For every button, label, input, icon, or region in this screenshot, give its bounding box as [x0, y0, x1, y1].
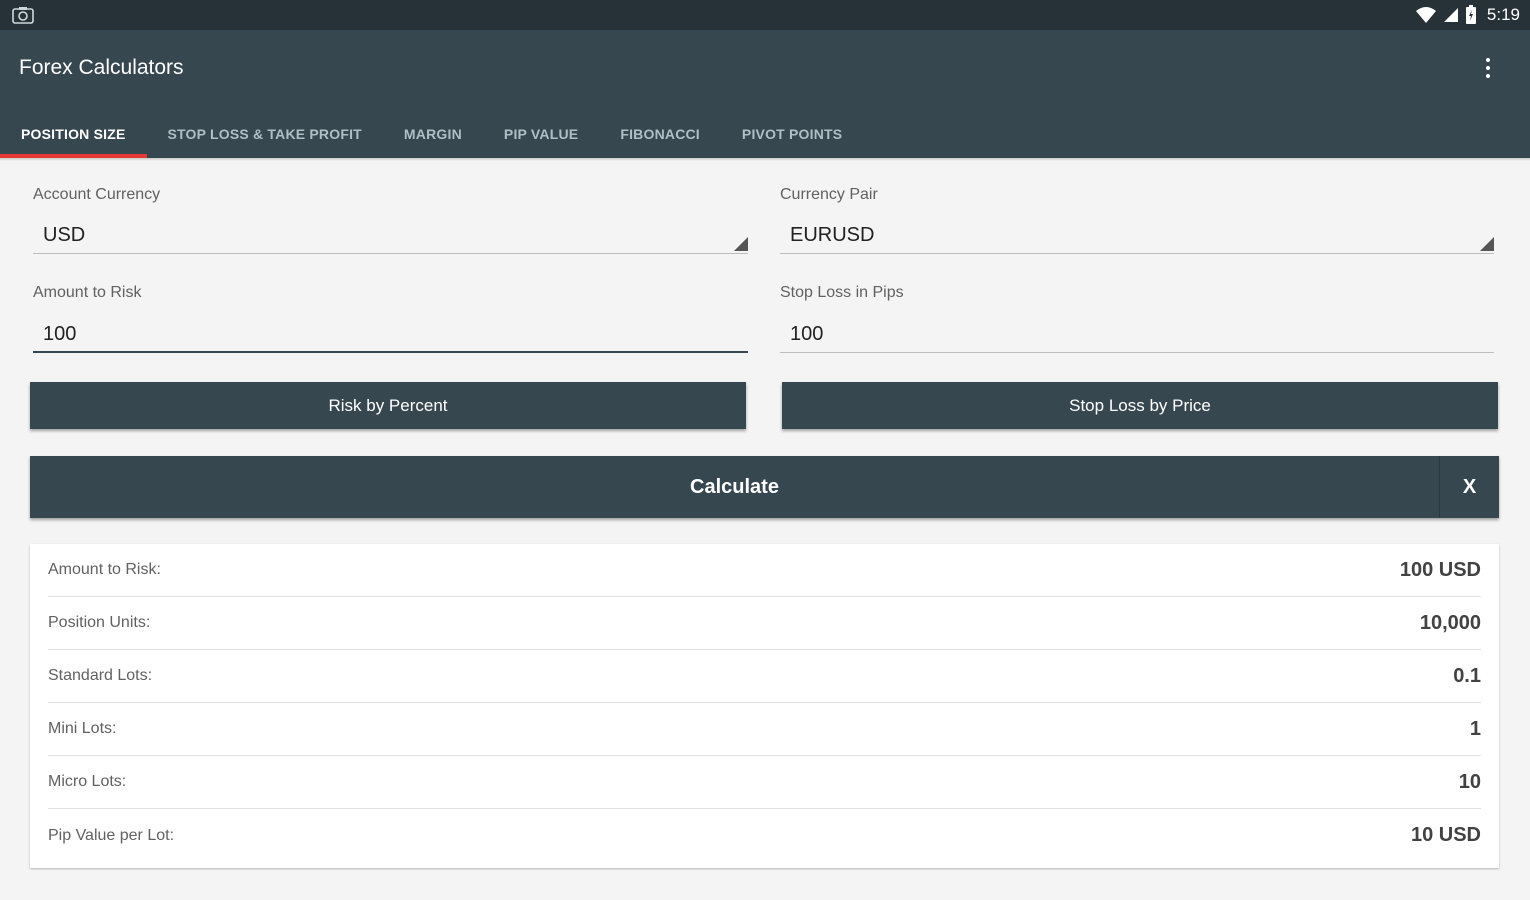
result-label: Standard Lots:: [48, 667, 153, 684]
result-row: Micro Lots: 10: [48, 756, 1481, 809]
calculate-button[interactable]: Calculate: [30, 456, 1439, 518]
status-icons: 5:19: [1415, 4, 1520, 26]
tab-position-size[interactable]: POSITION SIZE: [0, 110, 147, 158]
result-row: Mini Lots: 1: [48, 703, 1481, 756]
result-label: Amount to Risk:: [48, 561, 161, 578]
amount-to-risk-value: 100: [43, 323, 77, 345]
clear-button[interactable]: X: [1439, 456, 1499, 518]
signal-icon: [1443, 8, 1458, 22]
stop-loss-pips-input[interactable]: 100: [780, 313, 1494, 353]
app-bar: Forex Calculators POSITION SIZE STOP LOS…: [0, 30, 1530, 158]
battery-icon: [1465, 5, 1476, 24]
stop-loss-pips-value: 100: [790, 323, 824, 345]
tab-fibonacci[interactable]: FIBONACCI: [599, 110, 721, 158]
stop-loss-by-price-button[interactable]: Stop Loss by Price: [782, 382, 1498, 429]
calculate-bar: Calculate X: [30, 456, 1499, 518]
tab-stop-loss-take-profit[interactable]: STOP LOSS & TAKE PROFIT: [147, 110, 383, 158]
result-label: Pip Value per Lot:: [48, 826, 175, 844]
result-value: 10,000: [1419, 611, 1481, 634]
dropdown-triangle-icon: [734, 237, 748, 251]
result-row: Position Units: 10,000: [48, 597, 1481, 650]
result-value: 10: [1458, 770, 1481, 793]
screenshot-icon: [12, 7, 34, 24]
tab-pivot-points[interactable]: PIVOT POINTS: [721, 110, 863, 158]
currency-pair-label: Currency Pair: [780, 186, 878, 203]
result-label: Position Units:: [48, 614, 151, 631]
tab-margin[interactable]: MARGIN: [383, 110, 483, 158]
result-row: Pip Value per Lot: 10 USD: [48, 809, 1481, 862]
status-bar: 5:19: [0, 0, 1530, 30]
dropdown-triangle-icon: [1480, 237, 1494, 251]
more-vert-icon[interactable]: [1476, 52, 1500, 84]
results-card: Amount to Risk: 100 USD Position Units: …: [30, 544, 1499, 868]
app-title: Forex Calculators: [19, 56, 184, 79]
result-value: 100 USD: [1399, 558, 1481, 581]
app-bar-shadow: [0, 158, 1530, 161]
tab-bar: POSITION SIZE STOP LOSS & TAKE PROFIT MA…: [0, 110, 863, 158]
result-row: Amount to Risk: 100 USD: [48, 544, 1481, 597]
currency-pair-value: EURUSD: [790, 224, 875, 246]
result-row: Standard Lots: 0.1: [48, 650, 1481, 703]
stop-loss-pips-label: Stop Loss in Pips: [780, 284, 904, 301]
result-value: 0.1: [1453, 664, 1481, 687]
status-time: 5:19: [1486, 5, 1520, 24]
wifi-icon: [1415, 7, 1436, 23]
currency-pair-spinner[interactable]: EURUSD: [780, 214, 1494, 254]
risk-by-percent-button[interactable]: Risk by Percent: [30, 382, 746, 429]
amount-to-risk-input[interactable]: 100: [33, 313, 748, 353]
result-label: Mini Lots:: [48, 720, 117, 737]
tab-pip-value[interactable]: PIP VALUE: [483, 110, 599, 158]
account-currency-label: Account Currency: [33, 186, 161, 203]
result-value: 1: [1469, 717, 1481, 740]
amount-to-risk-label: Amount to Risk: [33, 284, 142, 301]
account-currency-value: USD: [43, 224, 86, 246]
result-label: Micro Lots:: [48, 773, 127, 790]
account-currency-spinner[interactable]: USD: [33, 214, 748, 254]
result-value: 10 USD: [1410, 824, 1481, 846]
